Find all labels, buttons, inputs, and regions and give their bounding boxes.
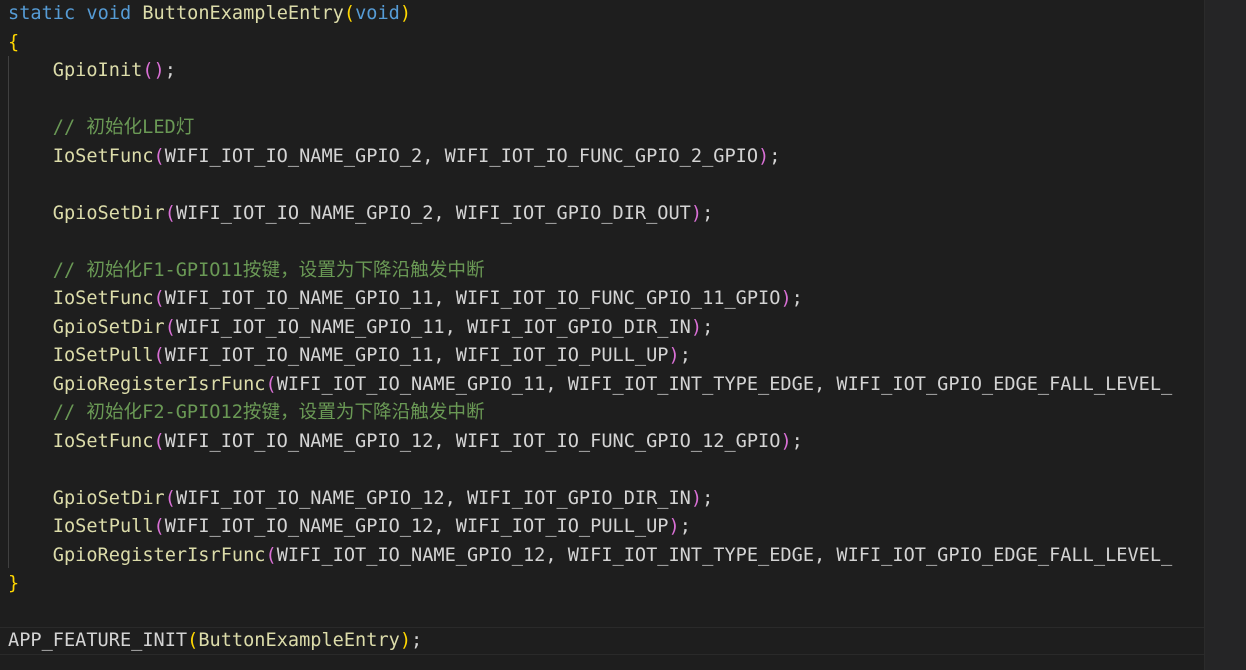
code-line-text: APP_FEATURE_INIT(ButtonExampleEntry); — [8, 627, 422, 655]
code-token: static — [8, 3, 76, 24]
code-token: } — [8, 573, 20, 594]
code-token: ) — [780, 430, 792, 452]
code-token: WIFI_IOT_IO_NAME_GPIO_2, WIFI_IOT_GPIO_D… — [175, 202, 691, 224]
code-token: ; — [679, 516, 691, 537]
code-token: ; — [791, 430, 803, 452]
code-token: ( — [265, 373, 277, 395]
code-token: IoSetFunc — [52, 430, 154, 452]
code-token: ) — [668, 516, 680, 537]
code-token: ; — [702, 316, 714, 338]
code-token: ) — [690, 487, 703, 509]
code-token: ; — [164, 60, 176, 81]
code-token: WIFI_IOT_IO_NAME_GPIO_11, WIFI_IOT_INT_T… — [276, 373, 1173, 395]
code-token: WIFI_IOT_IO_NAME_GPIO_12, WIFI_IOT_GPIO_… — [175, 487, 691, 509]
code-token: GpioSetDir — [52, 487, 165, 509]
code-token: void — [355, 3, 400, 24]
code-token: WIFI_IOT_IO_NAME_GPIO_2, WIFI_IOT_IO_FUN… — [164, 145, 759, 167]
code-line-text: IoSetFunc(WIFI_IOT_IO_NAME_GPIO_12, WIFI… — [8, 428, 803, 456]
code-token: WIFI_IOT_IO_NAME_GPIO_12, WIFI_IOT_IO_FU… — [164, 430, 781, 452]
code-token: ( — [164, 316, 176, 338]
code-token: ) — [690, 316, 703, 338]
code-line-text: IoSetFunc(WIFI_IOT_IO_NAME_GPIO_11, WIFI… — [8, 285, 803, 313]
code-token: { — [8, 31, 20, 53]
code-token: GpioInit — [52, 60, 143, 81]
code-line-text: IoSetFunc(WIFI_IOT_IO_NAME_GPIO_2, WIFI_… — [8, 143, 781, 171]
code-line-text: GpioRegisterIsrFunc(WIFI_IOT_IO_NAME_GPI… — [8, 371, 1172, 399]
code-token: ) — [780, 288, 792, 309]
code-token: ( — [343, 3, 356, 24]
code-token: ) — [758, 145, 770, 167]
code-token: WIFI_IOT_IO_NAME_GPIO_11, WIFI_IOT_GPIO_… — [175, 316, 691, 338]
code-token: APP_FEATURE_INIT — [8, 630, 188, 651]
code-line-text: GpioSetDir(WIFI_IOT_IO_NAME_GPIO_11, WIF… — [8, 314, 714, 342]
code-token: ( — [164, 202, 176, 224]
code-token: ; — [411, 630, 423, 651]
code-token: IoSetFunc — [52, 145, 154, 167]
code-token: GpioSetDir — [52, 316, 165, 338]
code-token: ) — [690, 202, 703, 224]
code-token: ; — [702, 487, 714, 509]
code-token: ; — [679, 345, 691, 366]
code-token: WIFI_IOT_IO_NAME_GPIO_11, WIFI_IOT_IO_PU… — [164, 345, 669, 366]
code-token: ( — [153, 145, 165, 167]
code-token: ) — [668, 345, 680, 366]
code-token: GpioSetDir — [52, 202, 165, 224]
code-token: // 初始化F1-GPIO11按键，设置为下降沿触发中断 — [8, 259, 485, 281]
code-token: void — [86, 3, 132, 24]
code-token: ( — [164, 487, 176, 509]
code-token: ; — [791, 288, 803, 309]
code-token: ( — [265, 544, 277, 566]
code-token: GpioRegisterIsrFunc — [52, 373, 266, 395]
code-line-text: // 初始化F2-GPIO12按键，设置为下降沿触发中断 — [8, 399, 485, 427]
code-token: ; — [702, 202, 714, 224]
code-token: ( — [153, 288, 165, 309]
vertical-scrollbar[interactable] — [1204, 0, 1246, 670]
code-token: GpioRegisterIsrFunc — [52, 544, 266, 566]
code-token: ( — [153, 345, 165, 366]
code-token: ButtonExampleEntry — [142, 3, 344, 24]
code-editor[interactable]: static void ButtonExampleEntry(void){ Gp… — [0, 0, 1204, 670]
code-token: IoSetPull — [52, 345, 154, 366]
code-token: ) — [399, 630, 412, 651]
code-token: IoSetPull — [52, 516, 154, 537]
code-token: () — [142, 60, 165, 81]
code-line-text: GpioRegisterIsrFunc(WIFI_IOT_IO_NAME_GPI… — [8, 542, 1172, 570]
code-token: WIFI_IOT_IO_NAME_GPIO_12, WIFI_IOT_INT_T… — [276, 544, 1173, 566]
code-token: ; — [769, 145, 781, 167]
code-line-text: { — [8, 29, 19, 57]
code-token: ( — [187, 630, 199, 651]
code-token: // 初始化F2-GPIO12按键，设置为下降沿触发中断 — [8, 402, 485, 423]
code-line-text: GpioSetDir(WIFI_IOT_IO_NAME_GPIO_12, WIF… — [8, 485, 714, 513]
code-token: ( — [153, 430, 165, 452]
code-line-text: IoSetPull(WIFI_IOT_IO_NAME_GPIO_12, WIFI… — [8, 513, 691, 541]
code-token: ( — [153, 516, 165, 537]
code-line-text: // 初始化F1-GPIO11按键，设置为下降沿触发中断 — [8, 257, 485, 285]
code-line-text: GpioInit(); — [8, 57, 176, 85]
code-token: // 初始化LED灯 — [8, 117, 195, 138]
code-token: WIFI_IOT_IO_NAME_GPIO_12, WIFI_IOT_IO_PU… — [164, 516, 669, 537]
code-line-text: } — [8, 570, 19, 598]
code-token: WIFI_IOT_IO_NAME_GPIO_11, WIFI_IOT_IO_FU… — [164, 288, 781, 309]
code-line-text: // 初始化LED灯 — [8, 114, 195, 142]
code-line-text: GpioSetDir(WIFI_IOT_IO_NAME_GPIO_2, WIFI… — [8, 200, 714, 228]
code-line-text: IoSetPull(WIFI_IOT_IO_NAME_GPIO_11, WIFI… — [8, 342, 691, 370]
code-token: ButtonExampleEntry — [198, 630, 400, 651]
code-token: IoSetFunc — [52, 288, 154, 309]
code-line-text: static void ButtonExampleEntry(void) — [8, 0, 411, 28]
code-token: ) — [399, 3, 412, 24]
